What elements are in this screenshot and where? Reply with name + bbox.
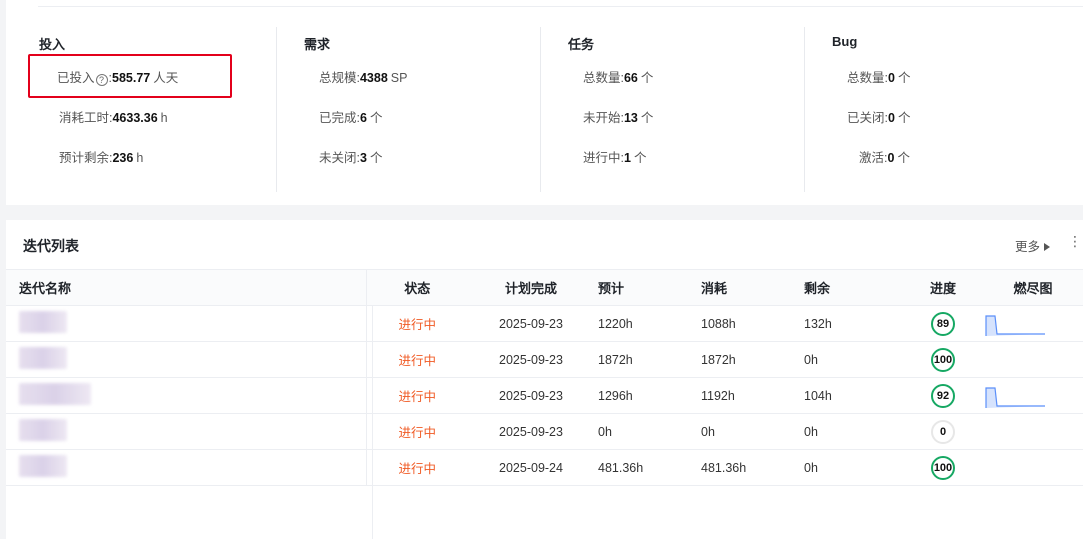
estimate-cell: 481.36h bbox=[594, 449, 697, 486]
estimate-cell: 1296h bbox=[594, 377, 697, 414]
burndown-sparkline[interactable] bbox=[985, 310, 1047, 338]
col-header-progress[interactable]: 进度 bbox=[903, 269, 983, 306]
bug-total-stat: 总数量:0 个 bbox=[847, 71, 911, 85]
col-header-remaining[interactable]: 剩余 bbox=[800, 269, 903, 306]
redacted-name bbox=[19, 455, 67, 477]
table-row[interactable]: 进行中 2025-09-23 1296h 1192h 104h 92 bbox=[6, 377, 1083, 414]
progress-badge: 100 bbox=[931, 347, 955, 372]
iteration-name-cell[interactable] bbox=[6, 341, 367, 378]
demand-section: 需求 总规模:4388 SP 已完成:6 个 未关闭:3 个 bbox=[276, 27, 539, 192]
remaining-cell: 104h bbox=[800, 377, 903, 414]
caret-right-icon bbox=[1044, 243, 1051, 251]
consumed-cell: 1088h bbox=[697, 305, 800, 342]
task-title: 任务 bbox=[568, 37, 595, 52]
redacted-name bbox=[19, 383, 91, 405]
col-header-plan-date[interactable]: 计划完成 bbox=[468, 269, 594, 306]
progress-cell: 0 bbox=[903, 413, 983, 450]
consumed-cell: 1872h bbox=[697, 341, 800, 378]
plan-date-cell: 2025-09-23 bbox=[468, 305, 594, 342]
col-header-status[interactable]: 状态 bbox=[366, 269, 468, 306]
redacted-name bbox=[19, 311, 67, 333]
demand-open-stat: 未关闭:3 个 bbox=[319, 151, 383, 165]
table-row[interactable]: 进行中 2025-09-23 0h 0h 0h 0 bbox=[6, 413, 1083, 450]
status-cell: 进行中 bbox=[366, 413, 468, 450]
progress-badge: 92 bbox=[931, 383, 955, 408]
burndown-cell bbox=[983, 341, 1083, 378]
divider bbox=[38, 6, 1083, 7]
burndown-sparkline[interactable] bbox=[985, 382, 1047, 410]
estimate-cell: 0h bbox=[594, 413, 697, 450]
task-section: 任务 总数量:66 个 未开始:13 个 进行中:1 个 bbox=[540, 27, 803, 192]
progress-badge: 100 bbox=[931, 455, 955, 480]
plan-date-cell: 2025-09-23 bbox=[468, 377, 594, 414]
col-header-name[interactable]: 迭代名称 bbox=[6, 269, 367, 306]
divider bbox=[372, 305, 373, 539]
progress-badge: 89 bbox=[931, 311, 955, 336]
burndown-cell bbox=[983, 305, 1083, 342]
estimate-cell: 1872h bbox=[594, 341, 697, 378]
task-not-started-stat: 未开始:13 个 bbox=[583, 111, 654, 125]
status-cell: 进行中 bbox=[366, 305, 468, 342]
remaining-cell: 0h bbox=[800, 413, 903, 450]
more-vertical-icon[interactable]: ⋮ bbox=[1068, 234, 1082, 248]
task-total-stat: 总数量:66 个 bbox=[583, 71, 654, 85]
overview-panel: 投入 已投入?:585.77 人天 消耗工时:4633.36 h 预计剩余:236 h… bbox=[6, 0, 1083, 205]
consumed-cell: 0h bbox=[697, 413, 800, 450]
iteration-name-cell[interactable] bbox=[6, 377, 367, 414]
redacted-name bbox=[19, 347, 67, 369]
progress-badge: 0 bbox=[931, 419, 955, 444]
table-row[interactable]: 进行中 2025-09-23 1220h 1088h 132h 89 bbox=[6, 305, 1083, 342]
remaining-cell: 0h bbox=[800, 449, 903, 486]
demand-title: 需求 bbox=[304, 37, 331, 52]
plan-date-cell: 2025-09-23 bbox=[468, 413, 594, 450]
iteration-list-title: 迭代列表 bbox=[23, 238, 79, 254]
burndown-cell bbox=[983, 413, 1083, 450]
burndown-cell bbox=[983, 377, 1083, 414]
plan-date-cell: 2025-09-23 bbox=[468, 341, 594, 378]
iteration-name-cell[interactable] bbox=[6, 305, 367, 342]
remaining-cell: 0h bbox=[800, 341, 903, 378]
bug-section: Bug 总数量:0 个 已关闭:0 个 激活:0 个 bbox=[804, 27, 1067, 192]
col-header-consumed[interactable]: 消耗 bbox=[697, 269, 800, 306]
bug-closed-stat: 已关闭:0 个 bbox=[847, 111, 911, 125]
burndown-cell bbox=[983, 449, 1083, 486]
bug-active-stat: 激活:0 个 bbox=[859, 151, 910, 165]
col-header-burndown[interactable]: 燃尽图 bbox=[983, 269, 1083, 306]
remaining-cell: 132h bbox=[800, 305, 903, 342]
demand-scale-stat: 总规模:4388 SP bbox=[319, 71, 408, 85]
demand-done-stat: 已完成:6 个 bbox=[319, 111, 383, 125]
col-header-estimate[interactable]: 预计 bbox=[594, 269, 697, 306]
status-cell: 进行中 bbox=[366, 449, 468, 486]
table-header: 迭代名称 状态 计划完成 预计 消耗 剩余 进度 燃尽图 bbox=[6, 269, 1083, 306]
plan-date-cell: 2025-09-24 bbox=[468, 449, 594, 486]
remaining-hours-stat: 预计剩余:236 h bbox=[59, 151, 144, 165]
table-row[interactable]: 进行中 2025-09-23 1872h 1872h 0h 100 bbox=[6, 341, 1083, 378]
task-in-progress-stat: 进行中:1 个 bbox=[583, 151, 647, 165]
highlight-box bbox=[28, 54, 232, 98]
consumed-hours-stat: 消耗工时:4633.36 h bbox=[59, 111, 168, 125]
status-cell: 进行中 bbox=[366, 341, 468, 378]
consumed-cell: 481.36h bbox=[697, 449, 800, 486]
iteration-name-cell[interactable] bbox=[6, 413, 367, 450]
invest-section: 投入 已投入?:585.77 人天 消耗工时:4633.36 h 预计剩余:236 h bbox=[12, 27, 275, 192]
table-row[interactable]: 进行中 2025-09-24 481.36h 481.36h 0h 100 bbox=[6, 449, 1083, 486]
bug-title: Bug bbox=[832, 34, 858, 49]
estimate-cell: 1220h bbox=[594, 305, 697, 342]
iteration-name-cell[interactable] bbox=[6, 449, 367, 486]
progress-cell: 92 bbox=[903, 377, 983, 414]
redacted-name bbox=[19, 419, 67, 441]
invest-title: 投入 bbox=[39, 37, 66, 52]
iteration-list-panel: 迭代列表 更多 ⋮ 迭代名称 状态 计划完成 预计 消耗 剩余 进度 燃尽图 进… bbox=[6, 220, 1083, 539]
progress-cell: 100 bbox=[903, 449, 983, 486]
more-button[interactable]: 更多 bbox=[1015, 236, 1051, 255]
status-cell: 进行中 bbox=[366, 377, 468, 414]
iteration-table: 迭代名称 状态 计划完成 预计 消耗 剩余 进度 燃尽图 进行中 2025-09-… bbox=[6, 269, 1083, 486]
progress-cell: 89 bbox=[903, 305, 983, 342]
consumed-cell: 1192h bbox=[697, 377, 800, 414]
progress-cell: 100 bbox=[903, 341, 983, 378]
